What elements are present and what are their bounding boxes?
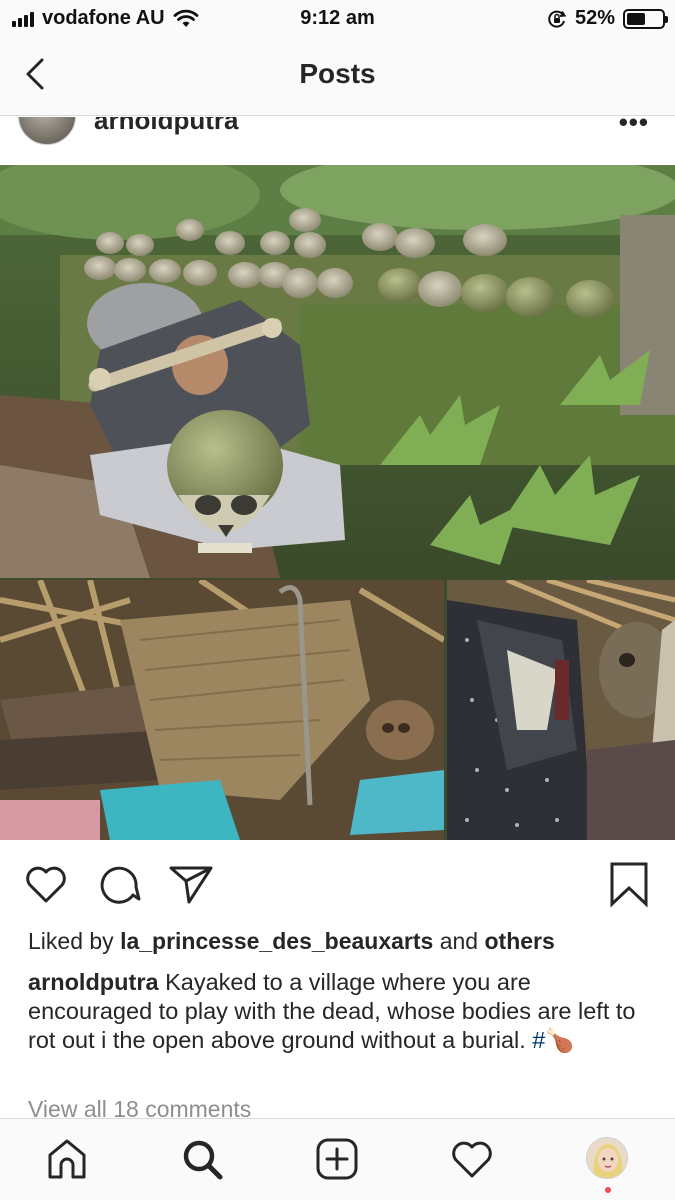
more-dots-icon[interactable]: ••• [619, 117, 649, 138]
battery-percent: 52% [574, 7, 615, 29]
profile-photo [587, 1138, 627, 1178]
notification-dot [605, 1187, 611, 1193]
likes-middle: and [433, 928, 485, 954]
post-image[interactable] [0, 165, 675, 840]
home-icon[interactable] [45, 1137, 89, 1181]
paper-plane-icon[interactable] [167, 860, 215, 908]
status-right: 52% [547, 7, 668, 30]
photo-remains-mat [0, 580, 444, 840]
post-author-avatar[interactable] [18, 117, 76, 145]
caption-emoji: 🍗 [545, 1027, 575, 1053]
activity-heart-icon[interactable] [450, 1137, 494, 1181]
comment-bubble-icon[interactable] [95, 860, 143, 908]
battery-icon [623, 8, 668, 29]
bottom-tab-bar [0, 1118, 675, 1200]
profile-avatar[interactable] [586, 1137, 628, 1179]
post-header: arnoldputra ••• [0, 117, 675, 165]
bookmark-icon[interactable] [605, 860, 653, 908]
liker-username[interactable]: la_princesse_des_beauxarts [120, 928, 433, 954]
orientation-lock-icon [548, 10, 567, 28]
page-title: Posts [299, 58, 376, 89]
search-icon[interactable] [180, 1137, 224, 1181]
post-actions [0, 840, 675, 930]
battery-level-fill [627, 12, 645, 25]
likes-line: Liked by la_princesse_des_beauxarts and … [28, 928, 555, 955]
heart-outline-icon[interactable] [22, 860, 70, 908]
caption-username[interactable]: arnoldputra [28, 969, 159, 995]
caption-hashtag[interactable]: # [532, 1027, 545, 1053]
new-post-icon[interactable] [315, 1137, 359, 1181]
photo-remains-jacket [447, 580, 675, 840]
likes-prefix: Liked by [28, 928, 121, 954]
post-caption: arnoldputra Kayaked to a village where y… [28, 968, 653, 1055]
photo-skulls-forest [0, 165, 675, 578]
nav-header: Posts [0, 36, 675, 116]
status-bar: vodafone AU 9:12 am 52% [0, 0, 675, 36]
likes-others-link[interactable]: others [484, 928, 554, 954]
post-author-username[interactable]: arnoldputra [94, 117, 238, 136]
